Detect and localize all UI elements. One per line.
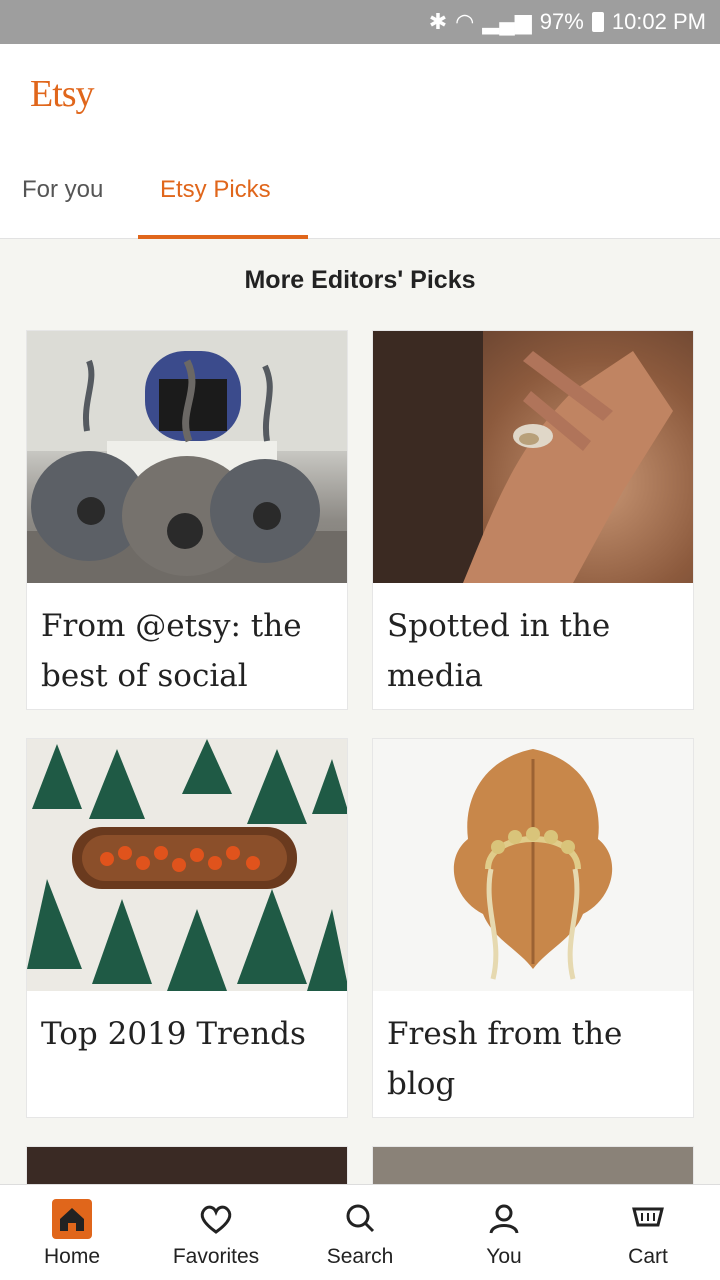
clock: 10:02 PM — [611, 9, 706, 34]
bluetooth-icon: ✱ — [428, 9, 448, 34]
section-title: More Editors' Picks — [244, 266, 476, 294]
tab-etsy-picks[interactable]: Etsy Picks — [160, 176, 271, 204]
card-image[interactable] — [373, 331, 693, 583]
nav-label: Favorites — [172, 1245, 260, 1268]
app-header: Etsy For you Etsy Picks — [0, 44, 720, 239]
nav-label: Home — [43, 1245, 101, 1268]
card-image[interactable] — [373, 739, 693, 991]
card-caption-line1: Fresh from the — [387, 1016, 623, 1052]
felt-cat-caves-image — [27, 331, 347, 583]
card-caption-line2: blog — [387, 1066, 456, 1102]
person-icon — [489, 1204, 519, 1234]
tab-for-you[interactable]: For you — [22, 176, 103, 204]
home-icon — [52, 1199, 92, 1239]
status-bar: ✱ ◠ ▂▄▆ 97% 10:02 PM — [0, 0, 720, 44]
card-caption-line2: media — [387, 658, 483, 694]
wifi-icon: ◠ — [455, 9, 475, 34]
nav-home[interactable]: Home — [12, 1199, 132, 1269]
nav-label: Search — [326, 1245, 394, 1268]
card-social[interactable]: From @etsy: the best of social — [26, 330, 348, 710]
cart-icon — [632, 1207, 664, 1227]
card-partial-left[interactable] — [26, 1146, 348, 1186]
card-caption-line1: From @etsy: the — [41, 608, 302, 644]
etsy-logo[interactable]: Etsy — [30, 72, 95, 116]
tab-bar: For you Etsy Picks — [0, 172, 720, 239]
battery-percent: 97% — [539, 9, 584, 34]
nav-you[interactable]: You — [444, 1199, 564, 1269]
signal-icon: ▂▄▆ — [482, 9, 532, 34]
card-media[interactable]: Spotted in the media — [372, 330, 694, 710]
card-caption-line2: best of social — [41, 658, 248, 694]
nav-label: You — [486, 1245, 522, 1268]
leaf-headpiece-image — [453, 749, 613, 980]
battery-icon — [591, 12, 604, 32]
search-icon — [346, 1204, 375, 1233]
card-trends[interactable]: Top 2019 Trends — [26, 738, 348, 1118]
heart-icon — [200, 1205, 232, 1234]
card-caption-line1: Spotted in the — [387, 608, 611, 644]
nav-favorites[interactable]: Favorites — [156, 1199, 276, 1269]
nav-cart[interactable]: Cart — [588, 1199, 708, 1269]
status-icons: ✱ ◠ ▂▄▆ 97% 10:02 PM — [429, 9, 706, 35]
card-blog[interactable]: Fresh from the blog — [372, 738, 694, 1118]
active-tab-indicator — [138, 235, 308, 239]
card-image[interactable] — [27, 739, 347, 991]
hand-with-ring-image — [373, 331, 673, 583]
nav-label: Cart — [628, 1245, 668, 1268]
wooden-tray-oranges-image — [27, 739, 347, 991]
card-image[interactable] — [27, 331, 347, 583]
card-caption-line1: Top 2019 Trends — [41, 1016, 306, 1052]
nav-search[interactable]: Search — [300, 1199, 420, 1269]
card-partial-right[interactable] — [372, 1146, 694, 1186]
bottom-navigation: Home Favorites Search You Cart — [0, 1184, 720, 1280]
